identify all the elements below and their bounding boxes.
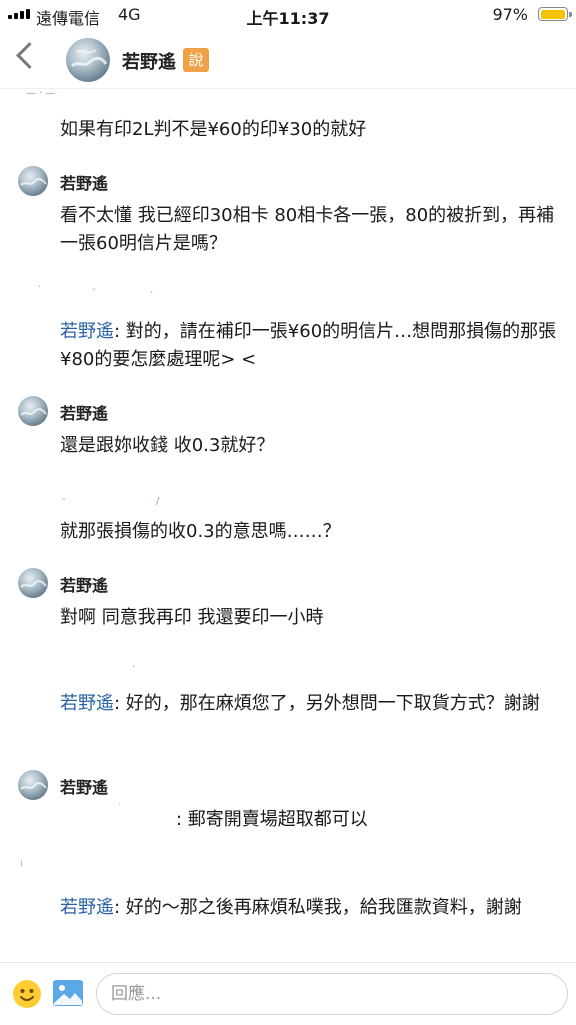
message-body: : 好的～那之後再麻煩私噗我，給我匯款資料，謝謝 [114, 897, 522, 918]
avatar [18, 396, 48, 426]
message-sender[interactable]: 若野遙 [60, 572, 108, 596]
badge: 說 [183, 48, 209, 72]
message-sender[interactable]: 若野遙 [60, 400, 108, 424]
message-text: 還是跟妳收錢 收0.3就好？ [60, 435, 275, 456]
faint-mark: - [92, 284, 96, 295]
avatar[interactable] [66, 38, 110, 82]
message-text: 若野遙: 好的，那在麻煩您了，另外想問一下取貨方式？謝謝 [60, 690, 560, 718]
message-body: : 對的，請在補印一張¥60的明信片…想問那損傷的那張¥80的要怎麼處理呢> < [60, 321, 557, 370]
mention-link[interactable]: 若野遙 [60, 897, 114, 918]
faint-mark: / [156, 496, 160, 507]
status-time: 上午11:37 [246, 9, 330, 28]
battery-percent: 97% [492, 5, 528, 24]
avatar [18, 166, 48, 196]
message-text: : 郵寄開賣場超取都可以 [176, 809, 368, 830]
battery-icon [538, 7, 568, 21]
message-sender[interactable]: 若野遙 [60, 170, 108, 194]
mention-link[interactable]: 若野遙 [60, 693, 114, 714]
message-text: 看不太懂 我已經印30相卡 80相卡各一張，80的被折到，再補一張60明信片是嗎… [60, 205, 555, 254]
avatar [18, 770, 48, 800]
message-text: 對啊 同意我再印 我還要印一小時 [60, 607, 324, 628]
chevron-left-icon[interactable] [16, 42, 43, 69]
chat-thread: — · — 如果有印2L判不是¥60的印¥30的就好 若野遙 看不太懂 我已經印… [0, 88, 576, 958]
message-sender[interactable]: 若野遙 [60, 774, 108, 798]
mention-link[interactable]: 若野遙 [60, 321, 114, 342]
smiley-icon[interactable] [12, 979, 42, 1009]
faint-mark: · [118, 800, 122, 811]
message-text: 若野遙: 好的～那之後再麻煩私噗我，給我匯款資料，謝謝 [60, 894, 560, 922]
message-text: 就那張損傷的收0.3的意思嗎……？ [60, 521, 341, 542]
message-text: 如果有印2L判不是¥60的印¥30的就好 [60, 119, 367, 140]
reply-input[interactable] [96, 973, 568, 1015]
faint-mark: - [62, 494, 66, 505]
faint-mark: · [150, 288, 154, 299]
conversation-header: 若野遙 說 [0, 30, 576, 89]
faint-mark: · [132, 662, 136, 673]
faint-mark: — · — [26, 88, 56, 99]
reply-bar [0, 962, 576, 1025]
battery-nub [569, 12, 572, 17]
image-icon[interactable] [52, 979, 84, 1007]
faint-mark: · [38, 282, 42, 293]
message-text: 若野遙: 對的，請在補印一張¥60的明信片…想問那損傷的那張¥80的要怎麼處理呢… [60, 318, 560, 374]
status-bar: 遠傳電信 4G 上午11:37 97% [0, 0, 576, 30]
page-title: 若野遙 [122, 52, 176, 73]
battery-fill [540, 9, 565, 19]
message-body: : 好的，那在麻煩您了，另外想問一下取貨方式？謝謝 [114, 693, 540, 714]
faint-mark: ı [20, 858, 23, 869]
avatar [18, 568, 48, 598]
